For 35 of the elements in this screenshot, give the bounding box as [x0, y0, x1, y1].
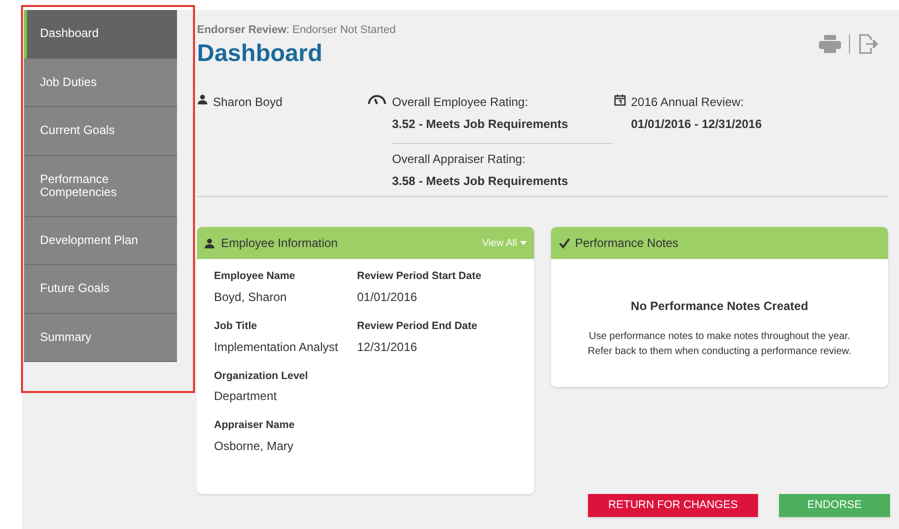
review-label: 2016 Annual Review: [631, 94, 745, 110]
empty-text: Refer back to them when conducting a performance review. [588, 345, 852, 359]
field-value: Boyd, Sharon [214, 288, 288, 306]
card-title: Performance Notes [575, 235, 678, 252]
field-label: Job Title [214, 318, 258, 334]
review-dates: 01/01/2016 - 12/31/2016 [631, 116, 762, 132]
return-button[interactable]: RETURN FOR CHANGES [588, 494, 758, 517]
sidebar-item[interactable]: Summary [24, 314, 177, 362]
field-value: Implementation Analyst [214, 338, 340, 356]
empty-text: Use performance notes to make notes throughout the year. [588, 330, 850, 344]
sidebar-item[interactable]: Current Goals [24, 107, 177, 156]
sidebar-item[interactable]: Job Duties [24, 58, 177, 107]
field-label: Review Period End Date [357, 318, 478, 334]
field-label: Appraiser Name [214, 418, 296, 434]
sidebar-item[interactable]: Performance Competencies [24, 156, 177, 216]
field-value: Department [214, 388, 278, 406]
sidebar-item[interactable]: Future Goals [24, 265, 177, 314]
page-title: Dashboard [197, 38, 324, 68]
rating-value: 3.52 - Meets Job Requirements [392, 116, 570, 132]
sidebar-item[interactable]: Development Plan [24, 216, 177, 265]
field-value: Osborne, Mary [214, 438, 294, 455]
field-value: 12/31/2016 [357, 338, 418, 356]
employee-name: Sharon Boyd [213, 94, 282, 110]
empty-title: No Performance Notes Created [630, 298, 808, 315]
endorse-button[interactable]: ENDORSE [779, 494, 890, 517]
sidebar-item[interactable]: Dashboard [24, 10, 177, 58]
rating-label: Overall Employee Rating: [392, 94, 530, 110]
field-label: Employee Name [214, 269, 296, 284]
field-label: Review Period Start Date [357, 269, 482, 284]
rating-label: Overall Appraiser Rating: [392, 150, 526, 168]
rating-value: 3.58 - Meets Job Requirements [392, 172, 570, 190]
review-status: Endorser Review: Endorser Not Started [197, 23, 396, 38]
card-title: Employee Information [221, 235, 338, 252]
field-value: 01/01/2016 [357, 288, 418, 306]
field-label: Organization Level [214, 368, 309, 384]
